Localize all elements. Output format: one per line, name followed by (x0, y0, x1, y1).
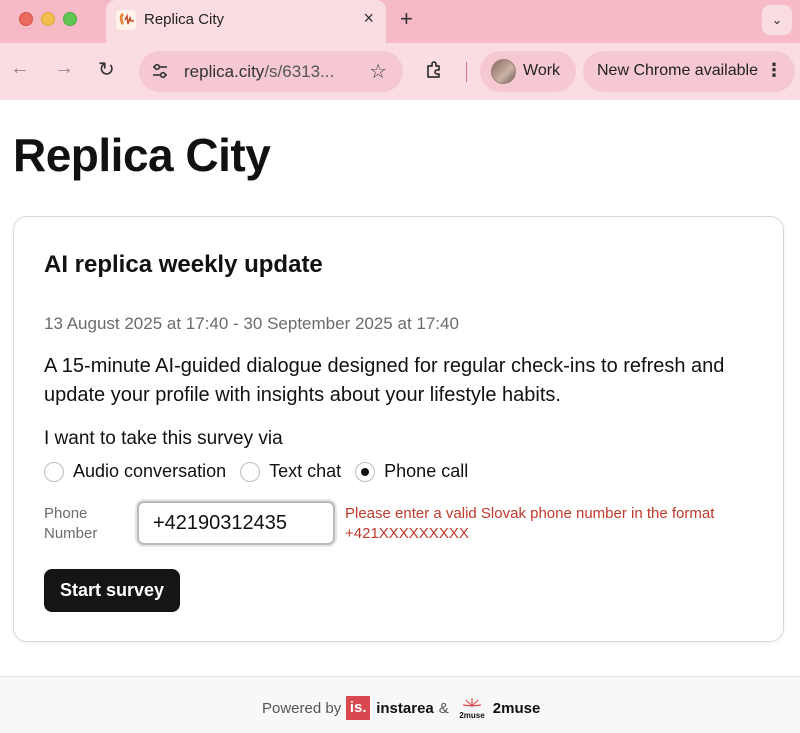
profile-button[interactable]: Work (480, 51, 576, 92)
start-survey-button[interactable]: Start survey (44, 569, 180, 612)
radio-text-chat[interactable]: Text chat (240, 461, 341, 482)
avatar (491, 59, 516, 84)
replica-city-favicon-icon (116, 10, 136, 30)
footer: Powered by is. instarea & 2muse 2muse (0, 676, 800, 733)
minimize-window-button[interactable] (41, 12, 55, 26)
url-path: /s/6313... (264, 62, 335, 81)
toolbar-separator (466, 62, 467, 82)
close-tab-icon[interactable]: × (363, 8, 374, 29)
radio-audio-conversation[interactable]: Audio conversation (44, 461, 226, 482)
survey-dates: 13 August 2025 at 17:40 - 30 September 2… (44, 314, 459, 333)
close-window-button[interactable] (19, 12, 33, 26)
radio-label: Text chat (269, 461, 342, 481)
maximize-window-button[interactable] (63, 12, 77, 26)
forward-arrow-icon[interactable]: → (54, 57, 74, 80)
tab-search-button[interactable]: ⌄ (762, 5, 792, 35)
radio-phone-call[interactable]: Phone call (355, 461, 468, 482)
tab-title: Replica City (144, 11, 225, 28)
phone-number-input[interactable] (137, 501, 335, 545)
2muse-logo-text: 2muse (459, 711, 485, 720)
new-tab-button[interactable]: + (400, 6, 413, 32)
browser-chrome: Replica City × + ⌄ ← → ↻ replica.city/s/… (0, 0, 800, 100)
back-arrow-icon[interactable]: ← (10, 57, 30, 80)
2muse-logo: 2muse (456, 696, 488, 720)
star-icon[interactable]: ☆ (369, 59, 387, 84)
ampersand: & (438, 699, 449, 717)
radio-label: Audio conversation (73, 461, 227, 481)
survey-card: AI replica weekly update 13 August 2025 … (13, 216, 784, 642)
survey-method-label: I want to take this survey via (44, 428, 283, 449)
radio-label: Phone call (384, 461, 469, 481)
browser-toolbar: ← → ↻ replica.city/s/6313... ☆ Work New … (0, 43, 800, 100)
kebab-menu-icon[interactable]: ⋮ (765, 60, 783, 81)
survey-title: AI replica weekly update (44, 251, 323, 278)
powered-by-row: Powered by is. instarea & 2muse 2muse (262, 696, 540, 720)
url-host: replica.city (184, 62, 265, 81)
url-text: replica.city/s/6313... (184, 62, 334, 82)
radio-button-selected[interactable] (355, 461, 376, 482)
phone-error-message: Please enter a valid Slovak phone number… (345, 505, 715, 542)
reload-icon[interactable]: ↻ (98, 57, 115, 82)
powered-by-label: Powered by (262, 699, 342, 717)
instarea-logo: is. (346, 696, 371, 720)
2muse-link[interactable]: 2muse (493, 700, 541, 717)
phone-number-label: Phone Number (44, 505, 98, 542)
extensions-icon[interactable] (424, 60, 444, 80)
page-title: Replica City (13, 129, 271, 181)
survey-description: A 15-minute AI-guided dialogue designed … (44, 355, 725, 406)
survey-method-group: Audio conversation Text chat Phone call (44, 461, 482, 482)
instarea-link[interactable]: instarea (376, 700, 434, 717)
active-tab[interactable]: Replica City × (106, 0, 386, 43)
update-label: New Chrome available (597, 62, 758, 79)
radio-button[interactable] (240, 461, 261, 482)
profile-label: Work (523, 62, 561, 79)
address-bar[interactable]: replica.city/s/6313... ☆ (139, 51, 403, 92)
chrome-update-button[interactable]: New Chrome available ⋮ (583, 51, 795, 92)
radio-button[interactable] (44, 461, 64, 482)
window-controls (19, 12, 77, 26)
site-info-icon[interactable] (151, 62, 169, 80)
